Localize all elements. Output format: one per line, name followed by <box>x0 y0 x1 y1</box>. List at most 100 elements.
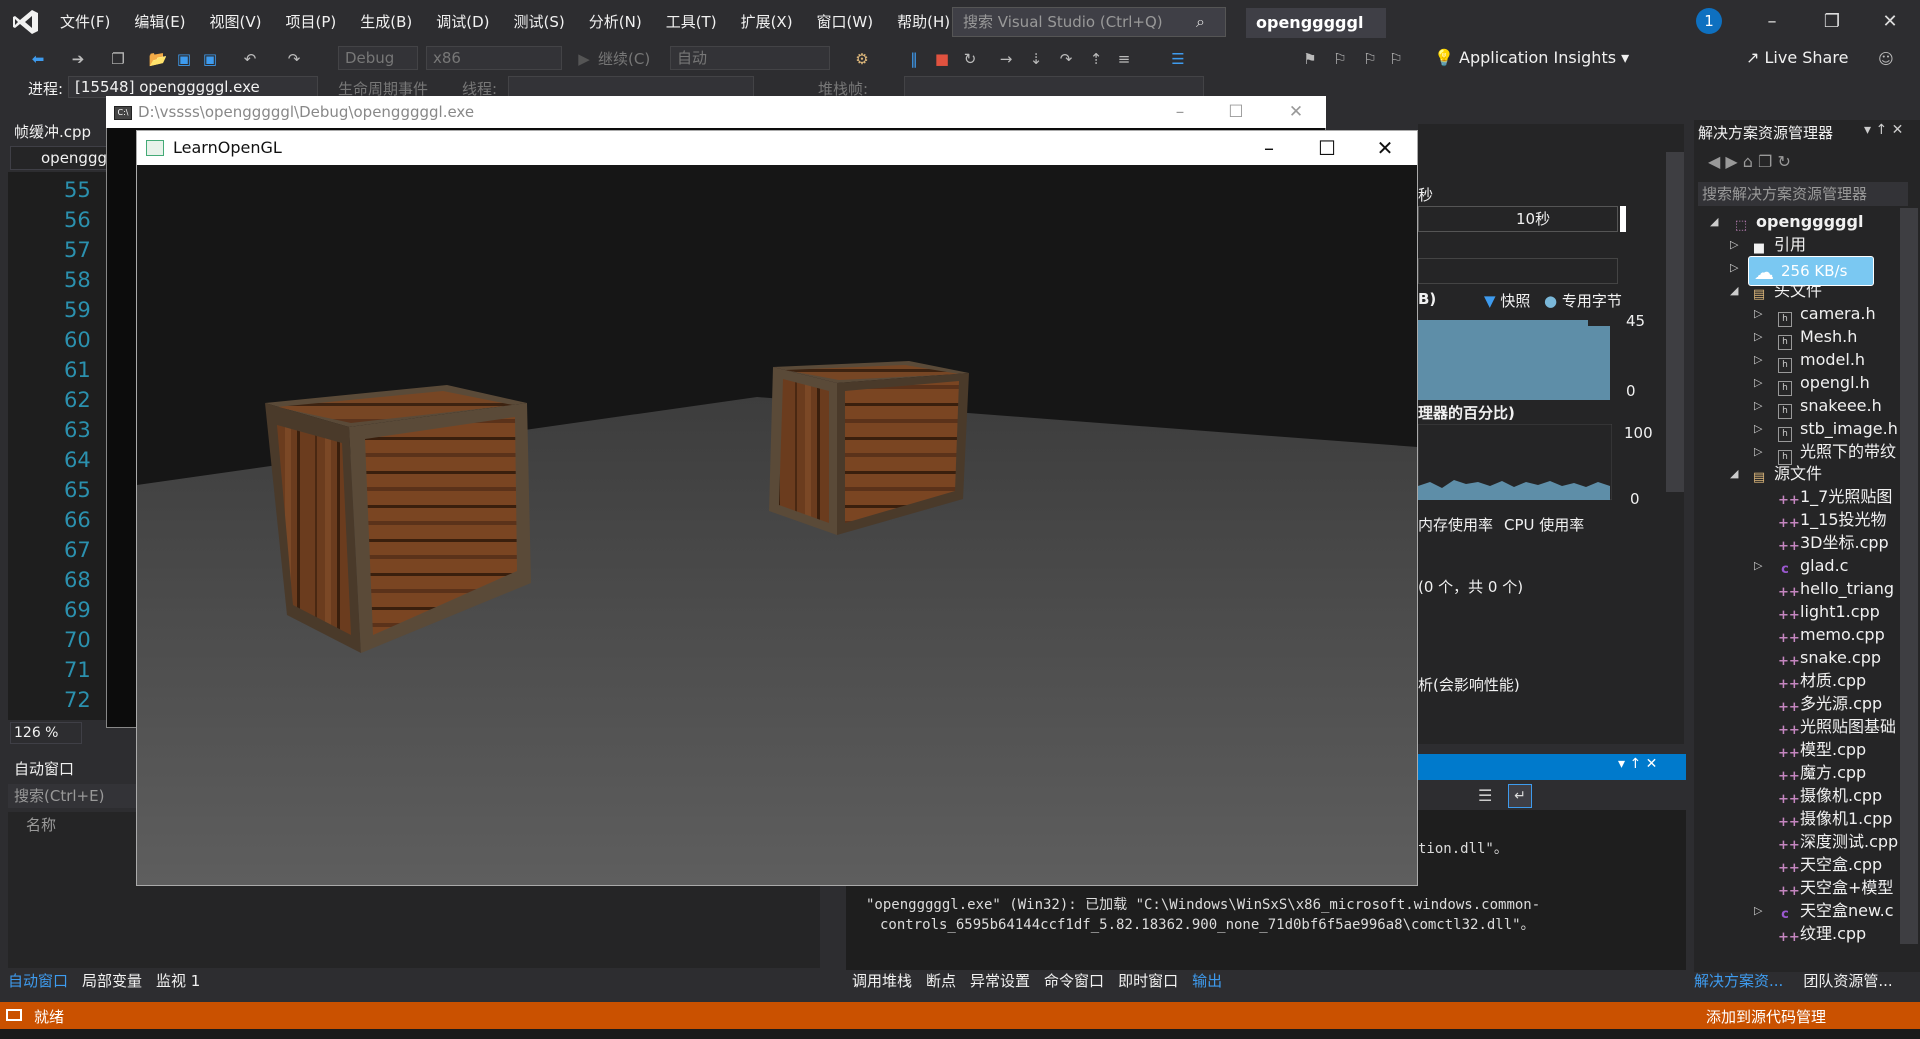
file-item[interactable]: ++天空盒.cpp <box>1778 853 1882 876</box>
file-item[interactable]: ++light1.cpp <box>1778 600 1880 623</box>
file-item[interactable]: h opengl.h <box>1778 371 1870 396</box>
clear-bookmarks-icon[interactable]: ⚐ <box>1386 49 1406 69</box>
file-item[interactable]: h 光照下的带纹 <box>1778 440 1896 465</box>
back-icon[interactable]: ⬅ <box>28 49 48 69</box>
process-select[interactable]: [15548] opengggggl.exe <box>68 76 318 98</box>
tab-output[interactable]: 输出 <box>1192 968 1222 994</box>
tab-exception-settings[interactable]: 异常设置 <box>970 968 1030 994</box>
file-item[interactable]: h snakeee.h <box>1778 394 1882 419</box>
file-item[interactable]: ++天空盒+模型 <box>1778 876 1893 899</box>
continue-button[interactable]: 继续(C) <box>598 48 650 69</box>
forward-icon[interactable]: ➔ <box>68 49 88 69</box>
step-over-icon[interactable]: ↷ <box>1056 49 1076 69</box>
minimize-icon[interactable]: – <box>1752 8 1792 36</box>
tab-watch-1[interactable]: 监视 1 <box>156 968 200 994</box>
file-item[interactable]: h Mesh.h <box>1778 325 1857 350</box>
menu-build[interactable]: 生成(B) <box>348 0 424 44</box>
analyze-label[interactable]: 析(会影响性能) <box>1418 674 1520 695</box>
file-item[interactable]: c glad.c <box>1778 554 1848 577</box>
gl-maximize-icon[interactable]: ☐ <box>1302 134 1352 162</box>
step-out-icon[interactable]: ⇡ <box>1086 49 1106 69</box>
platform-select[interactable]: x86 <box>426 46 562 70</box>
file-item[interactable]: ++深度测试.cpp <box>1778 830 1898 853</box>
file-item[interactable]: ++1_15投光物 <box>1778 508 1887 531</box>
file-item[interactable]: ++3D坐标.cpp <box>1778 531 1889 554</box>
threads-icon[interactable]: ☰ <box>1168 49 1188 69</box>
redo-icon[interactable]: ↷ <box>284 49 304 69</box>
menu-debug[interactable]: 调试(D) <box>424 0 501 44</box>
console-close-icon[interactable]: ✕ <box>1276 100 1316 124</box>
file-item[interactable]: h model.h <box>1778 348 1865 373</box>
menu-file[interactable]: 文件(F) <box>48 0 122 44</box>
expand-arrow-icon[interactable]: ▷ <box>1754 371 1762 394</box>
stop-icon[interactable]: ■ <box>932 49 952 69</box>
se-toolbar-icon[interactable]: ◀ ▶ ⌂ ❐ ↻ <box>1708 152 1791 171</box>
auto-select[interactable]: 自动 <box>670 46 830 70</box>
tab-memory-usage[interactable]: 内存使用率 <box>1418 514 1493 535</box>
notification-badge[interactable]: 1 <box>1696 8 1722 34</box>
expand-arrow-icon[interactable]: ▷ <box>1754 348 1762 371</box>
file-item[interactable]: ++1_7光照贴图 <box>1778 485 1892 508</box>
references-node[interactable]: ■ 引用 <box>1752 233 1806 256</box>
file-item[interactable]: h camera.h <box>1778 302 1876 327</box>
new-project-icon[interactable]: ❐ <box>108 49 128 69</box>
file-item[interactable]: ++memo.cpp <box>1778 623 1885 646</box>
diagnostics-scrollbar[interactable] <box>1666 152 1684 492</box>
thread-select[interactable] <box>508 76 754 98</box>
output-pin-icon[interactable]: ▾ ↑ ✕ <box>1618 756 1657 772</box>
file-item[interactable]: ++摄像机1.cpp <box>1778 807 1892 830</box>
tab-team-explorer[interactable]: 团队资源管... <box>1803 968 1892 994</box>
menu-analyze[interactable]: 分析(N) <box>577 0 654 44</box>
bookmark-icon[interactable]: ⚑ <box>1300 49 1320 69</box>
sources-folder[interactable]: ▤ 源文件 <box>1752 462 1822 485</box>
open-folder-icon[interactable]: 📂 <box>148 49 168 69</box>
next-bookmark-icon[interactable]: ⚐ <box>1360 49 1380 69</box>
file-item[interactable]: c 天空盒new.c <box>1778 899 1893 922</box>
solution-search-input[interactable]: 搜索解决方案资源管理器 <box>1698 182 1908 206</box>
expand-arrow-icon[interactable]: ▷ <box>1754 325 1762 348</box>
tab-call-stack[interactable]: 调用堆栈 <box>852 968 912 994</box>
timeline-cursor[interactable] <box>1620 206 1626 232</box>
expand-arrow-icon[interactable]: ▷ <box>1754 899 1762 922</box>
tab-command-window[interactable]: 命令窗口 <box>1044 968 1104 994</box>
tab-autos[interactable]: 自动窗口 <box>8 968 68 994</box>
stack-frame-select[interactable] <box>904 76 1204 98</box>
restart-icon[interactable]: ↻ <box>960 49 980 69</box>
collapse-arrow-icon[interactable]: ◢ <box>1730 279 1738 302</box>
file-item[interactable]: ++纹理.cpp <box>1778 922 1866 945</box>
tab-solution-explorer[interactable]: 解决方案资... <box>1694 968 1783 994</box>
close-icon[interactable]: ✕ <box>1870 8 1910 36</box>
config-select[interactable]: Debug <box>338 46 418 70</box>
solution-explorer-scrollbar[interactable] <box>1900 208 1918 944</box>
hot-reload-icon[interactable]: ⚙ <box>852 49 872 69</box>
file-item[interactable]: ++snake.cpp <box>1778 646 1881 669</box>
expand-arrow-icon[interactable]: ▷ <box>1754 554 1762 577</box>
clear-output-icon[interactable]: ☰ <box>1478 786 1504 808</box>
save-icon[interactable]: ▣ <box>174 49 194 69</box>
opengl-render-canvas[interactable] <box>137 165 1417 885</box>
add-to-source-control-button[interactable]: 添加到源代码管理 <box>1706 1006 1826 1027</box>
gl-close-icon[interactable]: ✕ <box>1360 134 1410 162</box>
search-icon[interactable]: ⌕ <box>1196 12 1214 31</box>
tab-locals[interactable]: 局部变量 <box>82 968 142 994</box>
file-item[interactable]: ++光照贴图基础 <box>1778 715 1896 738</box>
menu-extensions[interactable]: 扩展(X) <box>729 0 805 44</box>
expand-arrow-icon[interactable]: ▷ <box>1754 417 1762 440</box>
tab-breakpoints[interactable]: 断点 <box>926 968 956 994</box>
status-output-icon[interactable] <box>6 1009 22 1021</box>
undo-icon[interactable]: ↶ <box>240 49 260 69</box>
continue-icon[interactable]: ▶ <box>574 49 594 69</box>
autos-column-name[interactable]: 名称 <box>8 812 136 838</box>
pause-icon[interactable]: ‖ <box>904 49 924 69</box>
console-maximize-icon[interactable]: ☐ <box>1216 100 1256 124</box>
menu-view[interactable]: 视图(V) <box>198 0 274 44</box>
file-item[interactable]: ++hello_triang <box>1778 577 1894 600</box>
console-minimize-icon[interactable]: – <box>1160 100 1200 124</box>
word-wrap-icon[interactable]: ↵ <box>1508 784 1532 808</box>
live-share-button[interactable]: ↗ Live Share <box>1746 44 1848 72</box>
menu-tools[interactable]: 工具(T) <box>654 0 729 44</box>
menu-edit[interactable]: 编辑(E) <box>122 0 197 44</box>
prev-bookmark-icon[interactable]: ⚐ <box>1330 49 1350 69</box>
menu-test[interactable]: 测试(S) <box>502 0 577 44</box>
expand-arrow-icon[interactable]: ▷ <box>1754 394 1762 417</box>
